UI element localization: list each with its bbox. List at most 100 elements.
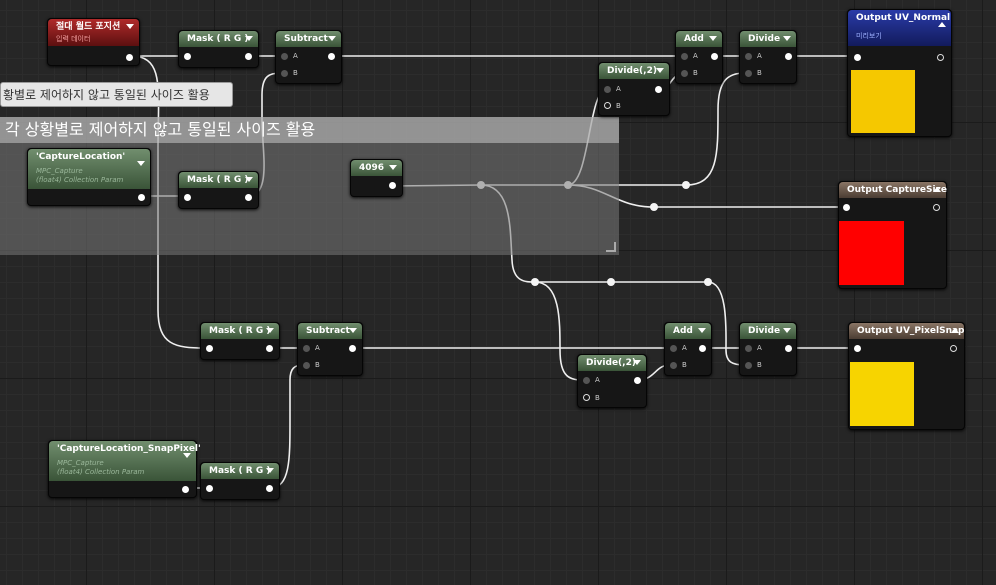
input-pin-a[interactable] xyxy=(303,345,310,352)
input-pin[interactable] xyxy=(206,345,213,352)
add-node-1[interactable]: Add A B xyxy=(675,30,723,84)
output-pin[interactable] xyxy=(266,485,273,492)
input-pin-b[interactable] xyxy=(745,362,752,369)
output-pin[interactable] xyxy=(126,54,133,61)
output-uv-pixelsnap-node[interactable]: Output UV_PixelSnap xyxy=(848,322,965,430)
output-pin[interactable] xyxy=(785,53,792,60)
pin-label: A xyxy=(595,376,600,384)
chevron-up-icon[interactable] xyxy=(951,328,959,333)
input-pin-b[interactable] xyxy=(745,70,752,77)
output-pin[interactable] xyxy=(182,486,189,493)
reroute-knot xyxy=(607,278,615,286)
node-title: Add xyxy=(673,326,693,336)
reroute-knot xyxy=(650,203,658,211)
chevron-down-icon[interactable] xyxy=(656,68,664,73)
input-pin-a[interactable] xyxy=(281,53,288,60)
output-pin[interactable] xyxy=(785,345,792,352)
chevron-down-icon[interactable] xyxy=(783,328,791,333)
pin-label: B xyxy=(693,69,698,77)
capture-location-snap-pixel-param-node[interactable]: 'CaptureLocation_SnapPixel' MPC_Capture … xyxy=(48,440,201,498)
input-pin[interactable] xyxy=(854,345,861,352)
output-pin[interactable] xyxy=(138,194,145,201)
chevron-down-icon[interactable] xyxy=(183,453,191,458)
mask-rg-node-2[interactable]: Mask ( R G ) xyxy=(178,171,259,209)
absolute-world-position-node[interactable]: 절대 월드 포지션 입력 데이터 xyxy=(47,18,140,66)
chevron-down-icon[interactable] xyxy=(328,36,336,41)
mask-rg-node-3[interactable]: Mask ( R G ) xyxy=(200,322,280,360)
output-pin[interactable] xyxy=(328,53,335,60)
output-pin[interactable] xyxy=(634,377,641,384)
subtract-node-1[interactable]: Subtract A B xyxy=(275,30,342,84)
input-pin[interactable] xyxy=(184,194,191,201)
input-pin-a[interactable] xyxy=(583,377,590,384)
node-title: Output CaptureSize xyxy=(847,185,947,195)
input-pin[interactable] xyxy=(854,54,861,61)
chevron-down-icon[interactable] xyxy=(389,165,397,170)
input-pin[interactable] xyxy=(184,53,191,60)
node-title: Output UV_PixelSnap xyxy=(857,326,965,336)
chevron-down-icon[interactable] xyxy=(245,177,253,182)
pin-label: A xyxy=(315,344,320,352)
input-pin-a[interactable] xyxy=(681,53,688,60)
chevron-up-icon[interactable] xyxy=(933,187,941,192)
capture-location-param-node[interactable]: 'CaptureLocation' MPC_Capture (float4) C… xyxy=(27,148,151,206)
chevron-down-icon[interactable] xyxy=(633,360,641,365)
node-title: 절대 월드 포지션 xyxy=(56,22,121,32)
input-pin-b[interactable] xyxy=(670,362,677,369)
output-uv-normal-node[interactable]: Output UV_Normal 미리보기 xyxy=(847,9,952,137)
output-pin[interactable] xyxy=(245,53,252,60)
node-subtitle: 미리보기 xyxy=(856,32,882,40)
output-pin[interactable] xyxy=(349,345,356,352)
chevron-down-icon[interactable] xyxy=(698,328,706,333)
preview-swatch xyxy=(850,362,914,426)
divide-node-2[interactable]: Divide A B xyxy=(739,322,797,376)
node-title: Output UV_Normal xyxy=(856,13,951,23)
input-pin-b[interactable] xyxy=(681,70,688,77)
input-pin-a[interactable] xyxy=(745,345,752,352)
chevron-down-icon[interactable] xyxy=(126,24,134,29)
chevron-down-icon[interactable] xyxy=(783,36,791,41)
output-exec-pin[interactable] xyxy=(933,204,940,211)
divide-node-1[interactable]: Divide A B xyxy=(739,30,797,84)
chevron-down-icon[interactable] xyxy=(266,328,274,333)
chevron-down-icon[interactable] xyxy=(266,468,274,473)
pin-label: B xyxy=(616,102,621,110)
node-title: Add xyxy=(684,34,704,44)
preview-swatch xyxy=(839,221,904,285)
input-pin-b[interactable] xyxy=(583,394,590,401)
chevron-down-icon[interactable] xyxy=(709,36,717,41)
resize-handle-icon[interactable] xyxy=(606,242,616,252)
subtract-node-2[interactable]: Subtract A B xyxy=(297,322,363,376)
output-pin[interactable] xyxy=(245,194,252,201)
input-pin-b[interactable] xyxy=(281,70,288,77)
output-pin[interactable] xyxy=(389,182,396,189)
input-pin-b[interactable] xyxy=(604,102,611,109)
comment-title[interactable]: 각 상황별로 제어하지 않고 통일된 사이즈 활용 xyxy=(0,117,619,143)
input-pin-a[interactable] xyxy=(670,345,677,352)
chevron-down-icon[interactable] xyxy=(137,161,145,166)
output-pin[interactable] xyxy=(699,345,706,352)
output-pin[interactable] xyxy=(655,86,662,93)
input-pin-a[interactable] xyxy=(745,53,752,60)
mask-rg-node-1[interactable]: Mask ( R G ) xyxy=(178,30,259,68)
divide-by-2-node-1[interactable]: Divide(,2) A B xyxy=(598,62,670,116)
comment-bubble[interactable]: 황별로 제어하지 않고 통일된 사이즈 활용 xyxy=(0,82,233,107)
add-node-2[interactable]: Add A B xyxy=(664,322,712,376)
input-pin-a[interactable] xyxy=(604,86,611,93)
output-exec-pin[interactable] xyxy=(937,54,944,61)
input-pin-b[interactable] xyxy=(303,362,310,369)
divide-by-2-node-2[interactable]: Divide(,2) A B xyxy=(577,354,647,408)
pin-label: B xyxy=(315,361,320,369)
input-pin[interactable] xyxy=(843,204,850,211)
output-pin[interactable] xyxy=(266,345,273,352)
output-capture-size-node[interactable]: Output CaptureSize xyxy=(838,181,947,289)
node-title: Divide(,2) xyxy=(586,358,636,368)
mask-rg-node-4[interactable]: Mask ( R G ) xyxy=(200,462,280,500)
output-pin[interactable] xyxy=(711,53,718,60)
output-exec-pin[interactable] xyxy=(950,345,957,352)
chevron-up-icon[interactable] xyxy=(938,22,946,27)
input-pin[interactable] xyxy=(206,485,213,492)
constant-4096-node[interactable]: 4096 xyxy=(350,159,403,197)
chevron-down-icon[interactable] xyxy=(349,328,357,333)
chevron-down-icon[interactable] xyxy=(245,36,253,41)
